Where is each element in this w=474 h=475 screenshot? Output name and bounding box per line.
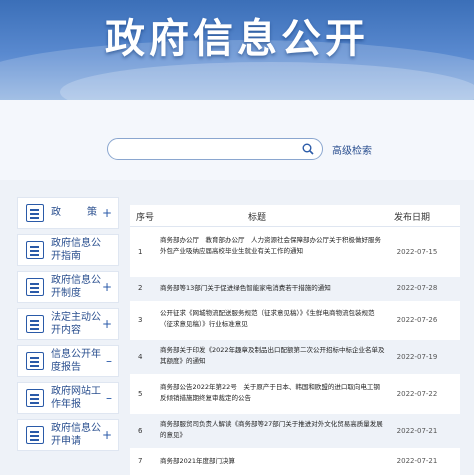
row-number: 1 [138, 248, 143, 256]
sidebar-item-annual-report[interactable]: 信息公开年度报告 – [17, 345, 119, 377]
document-icon [26, 352, 44, 370]
expand-icon[interactable]: + [102, 428, 112, 442]
sidebar-item-system[interactable]: 政府信息公开制度 + [17, 271, 119, 303]
sidebar-item-application[interactable]: 政府信息公开申请 + [17, 419, 119, 451]
table-row[interactable]: 6 商务部服贸司负责人解读《商务部等27部门关于推进对外文化贸易高质量发展的意见… [130, 414, 460, 448]
table-row[interactable]: 4 商务部关于印发《2022年趣章及制品出口配额第二次公开招标中标企业名单及其额… [130, 340, 460, 374]
expand-icon[interactable]: + [102, 206, 112, 220]
document-icon [26, 389, 44, 407]
row-date: 2022-07-15 [396, 248, 438, 256]
row-number: 4 [138, 353, 143, 361]
sidebar-item-policy[interactable]: 政 策 + [17, 197, 119, 229]
column-header-date: 发布日期 [394, 213, 431, 223]
search-input[interactable] [107, 138, 323, 160]
document-icon [26, 204, 44, 222]
row-title-link[interactable]: 商务部关于印发《2022年趣章及制品出口配额第二次公开招标中标企业名单及其额度》… [160, 345, 386, 367]
document-icon [26, 278, 44, 296]
sidebar-item-guide[interactable]: 政府信息公开指南 [17, 234, 119, 266]
table-row[interactable]: 5 商务部公告2022年第22号 关于原产于日本、韩国和欧盟的进口取向电工钢反倾… [130, 377, 460, 411]
row-title-link[interactable]: 公开征求《网城物流配送服务规范（征求意见稿）》《生鲜电商物流包装规范（征求意见稿… [160, 308, 386, 330]
row-title-link[interactable]: 商务部服贸司负责人解读《商务部等27部门关于推进对外文化贸易高质量发展的意见》 [160, 419, 386, 441]
document-table: 序号 标题 发布日期 1 商务部办公厅 教育部办公厅 人力资源社会保障部办公厅关… [130, 205, 460, 475]
document-icon [26, 241, 44, 259]
sidebar-item-label: 法定主动公开内容 [51, 312, 101, 336]
row-number: 3 [138, 316, 143, 324]
advanced-search-link[interactable]: 高级检索 [332, 142, 372, 157]
row-number: 2 [138, 284, 143, 292]
row-title-link[interactable]: 商务部等13部门关于促进绿色智能家电消费若干措施的通知 [160, 283, 386, 294]
row-number: 5 [138, 390, 143, 398]
sidebar-item-statutory[interactable]: 法定主动公开内容 + [17, 308, 119, 340]
sidebar-item-label: 政 策 [51, 207, 105, 218]
sidebar-item-label: 政府信息公开制度 [51, 275, 101, 299]
row-number: 6 [138, 427, 143, 435]
sidebar-item-label: 信息公开年度报告 [51, 349, 101, 373]
column-header-title: 标题 [248, 213, 267, 223]
row-date: 2022-07-22 [396, 390, 438, 398]
row-date: 2022-07-19 [396, 353, 438, 361]
document-icon [26, 315, 44, 333]
table-row[interactable]: 1 商务部办公厅 教育部办公厅 人力资源社会保障部办公厅关于积极做好服务外包产业… [130, 231, 460, 273]
row-title-link[interactable]: 商务部公告2022年第22号 关于原产于日本、韩国和欧盟的进口取向电工钢反倾销措… [160, 382, 386, 404]
expand-icon[interactable]: + [102, 317, 112, 331]
page-banner: 政府信息公开 [0, 0, 474, 100]
page-title: 政府信息公开 [105, 16, 369, 62]
table-row[interactable]: 3 公开征求《网城物流配送服务规范（征求意见稿）》《生鲜电商物流包装规范（征求意… [130, 304, 460, 336]
row-title-link[interactable]: 商务部办公厅 教育部办公厅 人力资源社会保障部办公厅关于积极做好服务外包产业吸纳… [160, 235, 386, 257]
sidebar-item-label: 政府信息公开申请 [51, 423, 101, 447]
search-icon[interactable] [302, 143, 314, 155]
row-title-link[interactable]: 商务部2021年度部门决算 [160, 456, 386, 467]
row-date: 2022-07-21 [396, 427, 438, 435]
table-header: 序号 标题 发布日期 [130, 205, 460, 227]
collapse-icon[interactable]: – [106, 391, 112, 405]
row-date: 2022-07-21 [396, 457, 438, 465]
row-date: 2022-07-28 [396, 284, 438, 292]
row-date: 2022-07-26 [396, 316, 438, 324]
sidebar-item-label: 政府网站工作年报 [51, 386, 101, 410]
expand-icon[interactable]: + [102, 280, 112, 294]
collapse-icon[interactable]: – [106, 354, 112, 368]
sidebar-item-label: 政府信息公开指南 [51, 238, 101, 262]
table-row[interactable]: 2 商务部等13部门关于促进绿色智能家电消费若干措施的通知 2022-07-28 [130, 277, 460, 301]
row-number: 7 [138, 457, 143, 465]
sidebar-item-website-report[interactable]: 政府网站工作年报 – [17, 382, 119, 414]
column-header-no: 序号 [136, 213, 155, 223]
table-row[interactable]: 7 商务部2021年度部门决算 2022-07-21 [130, 451, 460, 473]
document-icon [26, 426, 44, 444]
